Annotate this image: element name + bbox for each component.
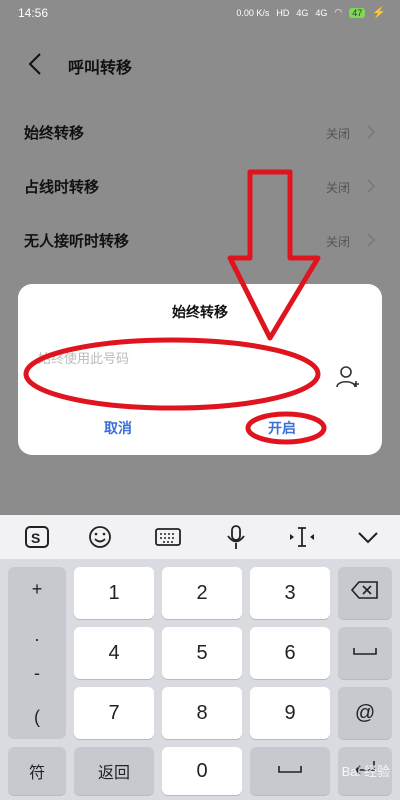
setting-value: 关闭: [325, 181, 350, 195]
space-bar-icon: [278, 766, 302, 773]
hd-badge: HD: [276, 7, 290, 18]
key-8[interactable]: 8: [162, 687, 242, 739]
back-button[interactable]: [24, 50, 48, 78]
person-add-icon: [336, 366, 359, 388]
keyboard-toolbar: S: [0, 515, 400, 559]
back-key[interactable]: 返回: [74, 747, 154, 795]
setting-label: 始终转移: [24, 124, 85, 142]
key-1[interactable]: 1: [74, 567, 154, 619]
sogou-button[interactable]: S: [20, 523, 56, 551]
key-7[interactable]: 7: [74, 687, 154, 739]
emoji-icon: [89, 526, 111, 548]
setting-label: 无人接听时转移: [24, 232, 130, 250]
minus-key[interactable]: -: [8, 663, 66, 684]
svg-text:S: S: [31, 530, 40, 546]
cursor-icon: [290, 527, 314, 547]
key-5[interactable]: 5: [162, 627, 242, 679]
dot-key[interactable]: .: [8, 625, 66, 646]
voice-input-button[interactable]: [218, 523, 254, 551]
battery-icon: 47: [349, 7, 366, 18]
microphone-icon: [227, 525, 245, 549]
chevron-right-icon: [367, 179, 376, 193]
hide-keyboard-button[interactable]: [350, 523, 386, 551]
key-2[interactable]: 2: [162, 567, 242, 619]
signal-4g-2: 4G: [315, 7, 328, 18]
plus-key[interactable]: +: [8, 579, 66, 600]
dialog-title: 始终转移: [172, 305, 228, 321]
phone-number-input[interactable]: [36, 340, 330, 378]
forward-dialog: 始终转移 取消 开启: [18, 284, 382, 455]
status-time: 14:56: [18, 6, 49, 20]
status-icons: 0.00 K/s HD 4G 4G ◠ 47 ⚡: [236, 6, 386, 19]
keyboard-icon: [155, 528, 181, 546]
keyboard-switch-button[interactable]: [150, 523, 186, 551]
symbol-column[interactable]: + . - (: [8, 567, 66, 739]
emoji-button[interactable]: [82, 523, 118, 551]
cancel-button[interactable]: 取消: [98, 416, 138, 440]
status-bar: 14:56 0.00 K/s HD 4G 4G ◠ 47 ⚡: [0, 0, 400, 28]
backspace-key[interactable]: [338, 567, 392, 619]
key-4[interactable]: 4: [74, 627, 154, 679]
cursor-button[interactable]: [284, 523, 320, 551]
key-6[interactable]: 6: [250, 627, 330, 679]
setting-row-busy[interactable]: 占线时转移 关闭: [0, 166, 400, 206]
watermark: Bai 经验: [341, 764, 390, 779]
wifi-icon: ◠: [334, 7, 343, 17]
key-9[interactable]: 9: [250, 687, 330, 739]
enable-button[interactable]: 开启: [262, 416, 302, 440]
charging-icon: ⚡: [372, 7, 386, 19]
setting-value: 关闭: [325, 235, 350, 249]
at-key[interactable]: @: [338, 687, 392, 739]
space-icon: [353, 648, 377, 655]
space-key[interactable]: [338, 627, 392, 679]
setting-label: 占线时转移: [24, 178, 100, 196]
soft-keyboard: S + . - (1 2 3 4 5 6 7 8 9 0 @ 符 返回 Bai…: [0, 515, 400, 800]
symbols-key[interactable]: 符: [8, 747, 66, 795]
net-speed: 0.00 K/s: [236, 7, 270, 18]
sogou-logo-icon: S: [25, 526, 49, 548]
setting-row-no-answer[interactable]: 无人接听时转移 关闭: [0, 220, 400, 260]
space-bar-key[interactable]: [250, 747, 330, 795]
setting-row-always[interactable]: 始终转移 关闭: [0, 112, 400, 152]
key-0[interactable]: 0: [162, 747, 242, 795]
chevron-right-icon: [367, 233, 376, 247]
chevron-right-icon: [367, 125, 376, 139]
paren-key[interactable]: (: [8, 707, 66, 728]
chevron-left-icon: [28, 53, 41, 75]
key-3[interactable]: 3: [250, 567, 330, 619]
page-title: 呼叫转移: [68, 58, 133, 77]
page-header: 呼叫转移: [0, 40, 400, 90]
backspace-icon: [350, 581, 378, 599]
contact-picker-button[interactable]: [334, 364, 362, 390]
signal-4g-1: 4G: [296, 7, 309, 18]
setting-value: 关闭: [325, 127, 350, 141]
chevron-down-icon: [358, 532, 378, 544]
